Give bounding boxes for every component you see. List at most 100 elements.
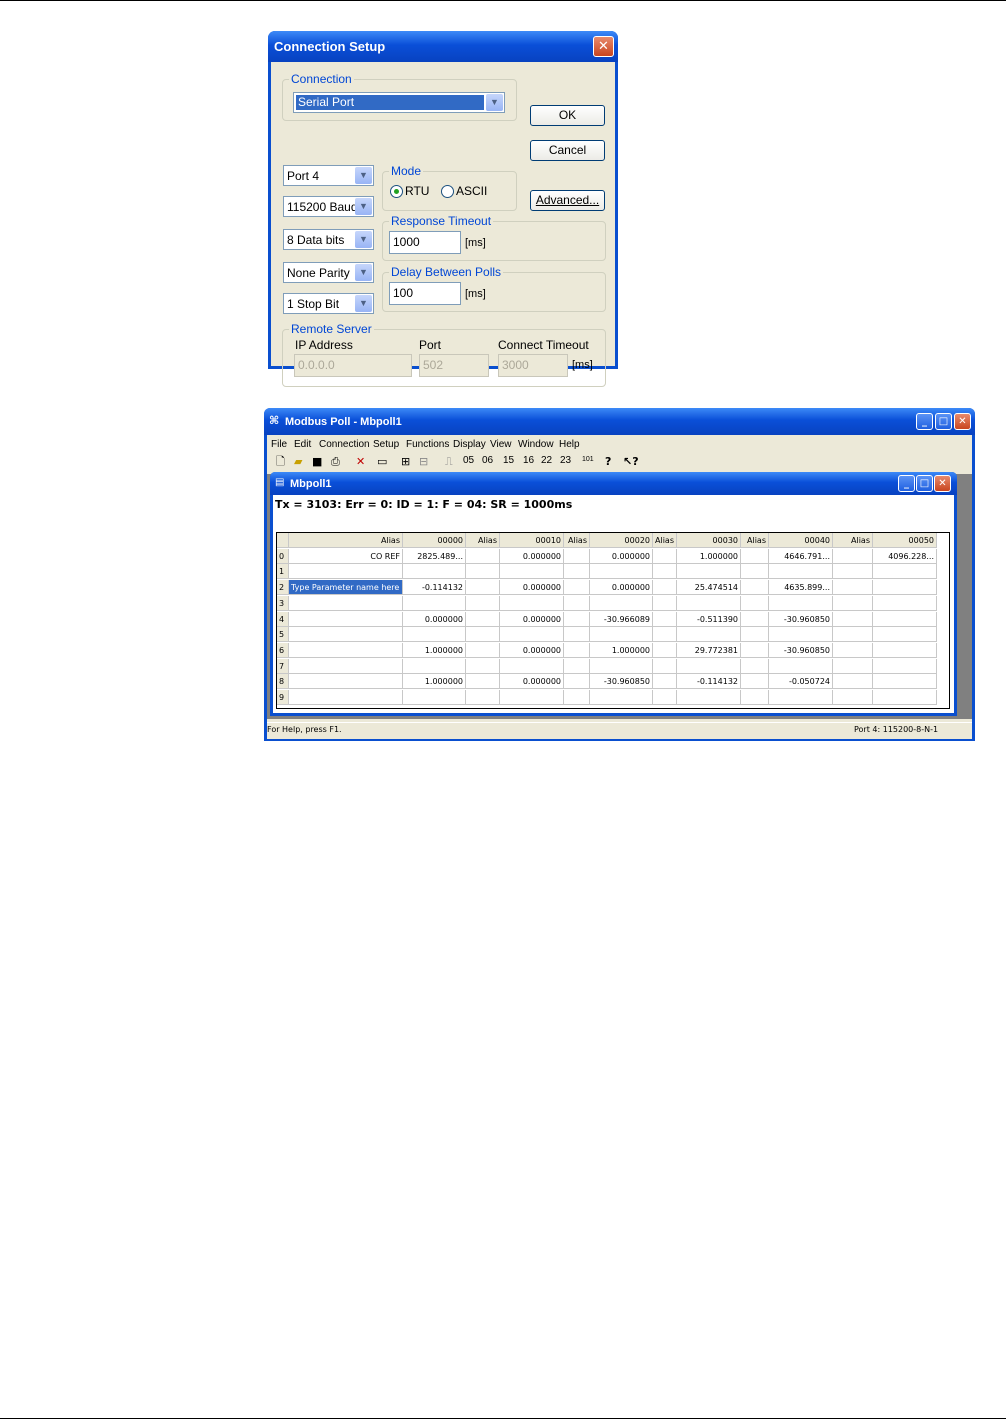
register-cell[interactable] [873,659,937,674]
register-cell[interactable] [769,659,833,674]
register-cell[interactable]: 4096.228... [873,549,937,564]
register-cell[interactable] [769,690,833,705]
chevron-down-icon[interactable]: ▼ [355,198,372,215]
alias-cell[interactable] [564,674,590,689]
window-icon[interactable]: ▭ [377,455,387,469]
alias-cell[interactable] [833,549,873,564]
register-cell[interactable] [500,659,564,674]
register-cell[interactable] [873,643,937,658]
alias-cell[interactable] [653,596,677,611]
register-cell[interactable] [873,596,937,611]
register-cell[interactable]: -0.050724 [769,674,833,689]
menu-help[interactable]: Help [559,439,580,450]
fc15-button[interactable]: 15 [503,455,514,473]
alias-cell[interactable] [466,690,500,705]
alias-cell[interactable] [466,674,500,689]
register-cell[interactable] [500,690,564,705]
alias-cell[interactable] [466,612,500,627]
alias-cell[interactable] [564,564,590,579]
close-icon[interactable]: ✕ [934,475,951,492]
register-cell[interactable] [590,627,653,642]
alias-cell[interactable] [833,659,873,674]
alias-cell[interactable] [653,580,677,595]
register-cell[interactable] [590,564,653,579]
register-cell[interactable] [590,690,653,705]
fc05-button[interactable]: 05 [463,455,474,473]
alias-cell[interactable] [466,564,500,579]
register-cell[interactable]: 0.000000 [590,549,653,564]
chevron-down-icon[interactable]: ▼ [355,167,372,184]
advanced-button[interactable]: Advanced... [530,190,605,211]
menu-view[interactable]: View [490,439,512,450]
alias-cell[interactable] [289,612,403,627]
context-help-icon[interactable]: ↖? [623,455,639,469]
chevron-down-icon[interactable]: ▼ [355,264,372,281]
minimize-icon[interactable]: _ [916,413,933,430]
delete-icon[interactable]: ✕ [356,455,365,469]
minimize-icon[interactable]: _ [898,475,915,492]
register-cell[interactable]: 0.000000 [500,643,564,658]
maximize-icon[interactable]: □ [935,413,952,430]
alias-cell[interactable] [564,659,590,674]
register-cell[interactable]: 1.000000 [403,643,466,658]
register-cell[interactable] [403,564,466,579]
register-cell[interactable]: -30.966089 [590,612,653,627]
register-cell[interactable]: -0.114132 [677,674,741,689]
alias-cell[interactable] [653,643,677,658]
register-cell[interactable]: 0.000000 [403,612,466,627]
parity-select[interactable]: None Parity ▼ [283,262,374,283]
alias-cell[interactable] [466,627,500,642]
register-cell[interactable] [500,596,564,611]
alias-cell[interactable] [653,659,677,674]
alias-cell[interactable] [653,612,677,627]
disconnect-icon[interactable]: ⊟ [419,455,428,469]
register-cell[interactable]: 29.772381 [677,643,741,658]
connection-type-select[interactable]: Serial Port ▼ [293,92,505,113]
alias-cell[interactable] [289,659,403,674]
alias-cell[interactable] [741,690,769,705]
databits-select[interactable]: 8 Data bits ▼ [283,229,374,250]
alias-cell[interactable] [466,580,500,595]
register-cell[interactable] [403,690,466,705]
register-cell[interactable]: -30.960850 [590,674,653,689]
alias-cell[interactable] [741,612,769,627]
register-cell[interactable] [873,580,937,595]
register-cell[interactable]: 1.000000 [403,674,466,689]
alias-cell[interactable] [466,596,500,611]
alias-cell[interactable] [833,564,873,579]
register-cell[interactable] [590,596,653,611]
close-icon[interactable]: ✕ [593,36,614,57]
register-cell[interactable]: -30.960850 [769,612,833,627]
register-cell[interactable]: 0.000000 [590,580,653,595]
save-icon[interactable]: ■ [312,455,322,469]
alias-cell[interactable] [741,627,769,642]
alias-cell[interactable] [289,690,403,705]
close-icon[interactable]: ✕ [954,413,971,430]
alias-cell[interactable] [741,659,769,674]
alias-cell[interactable] [564,596,590,611]
register-cell[interactable] [403,659,466,674]
alias-cell[interactable] [653,674,677,689]
alias-cell[interactable] [564,549,590,564]
new-file-icon[interactable]: 🗋 [276,455,285,469]
alias-cell[interactable]: CO REF [289,549,403,564]
menu-edit[interactable]: Edit [294,439,311,450]
alias-cell[interactable] [289,674,403,689]
alias-cell[interactable] [564,690,590,705]
alias-cell[interactable] [741,549,769,564]
register-cell[interactable] [500,564,564,579]
help-icon[interactable]: ? [605,455,611,469]
alias-cell[interactable] [833,612,873,627]
alias-cell[interactable] [833,627,873,642]
alias-cell[interactable] [564,580,590,595]
alias-cell[interactable] [653,690,677,705]
response-timeout-input[interactable]: 1000 [389,231,461,254]
register-cell[interactable]: 0.000000 [500,612,564,627]
alias-cell[interactable] [564,643,590,658]
ok-button[interactable]: OK [530,105,605,126]
register-cell[interactable] [873,612,937,627]
register-cell[interactable] [677,627,741,642]
alias-cell[interactable] [741,643,769,658]
menu-display[interactable]: Display [453,439,486,450]
register-cell[interactable] [769,627,833,642]
